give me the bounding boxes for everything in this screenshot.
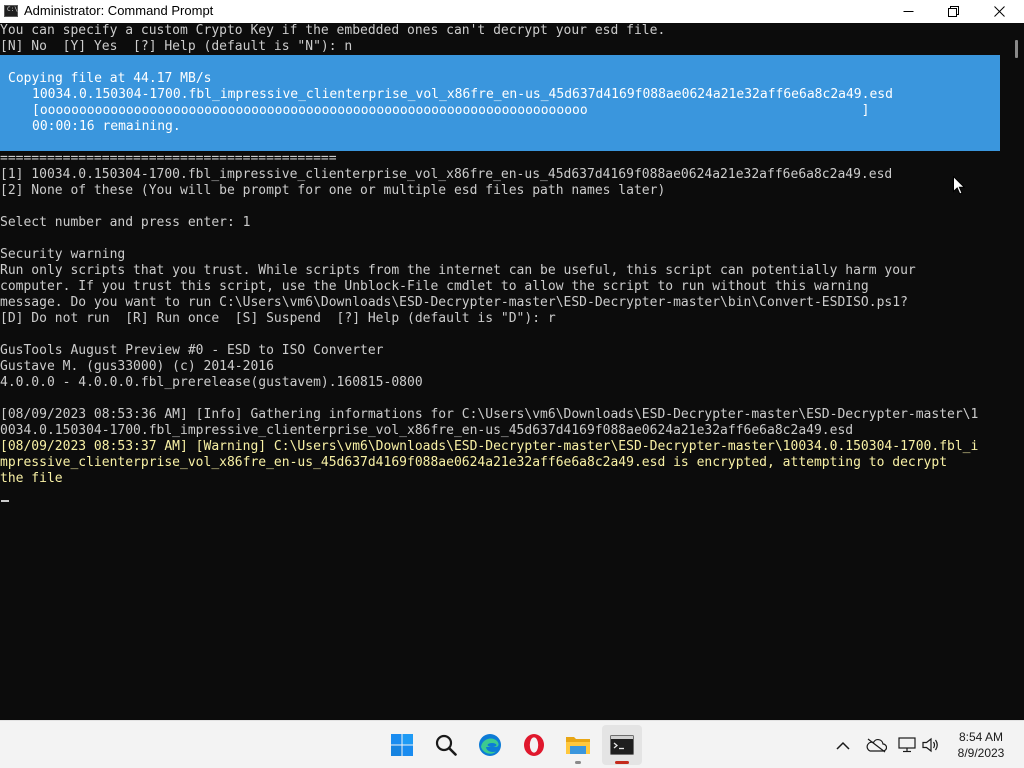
title-bar[interactable]: C:\ Administrator: Command Prompt (0, 0, 1024, 23)
running-indicator (575, 761, 581, 764)
console-line: [N] No [Y] Yes [?] Help (default is "N")… (0, 39, 353, 54)
minimize-icon (903, 11, 913, 12)
console-line: 4.0.0.0 - 4.0.0.0.fbl_prerelease(gustave… (0, 375, 423, 390)
clock-time: 8:54 AM (958, 730, 1004, 744)
command-prompt-taskbar-button[interactable] (602, 725, 642, 765)
volume-icon (922, 737, 938, 753)
console-line: Select number and press enter: 1 (0, 215, 251, 230)
console-line: message. Do you want to run C:\Users\vm6… (0, 295, 908, 310)
progress-remaining: 00:00:16 remaining. (32, 119, 181, 134)
console-icon-text: C:\ (7, 6, 18, 13)
console-line: [D] Do not run [R] Run once [S] Suspend … (0, 311, 556, 326)
console-line: Security warning (0, 247, 126, 262)
command-prompt-window: C:\ Administrator: Command Prompt You ca… (0, 0, 1024, 720)
console-icon: C:\ (4, 5, 18, 17)
console-output[interactable]: You can specify a custom Crypto Key if t… (0, 23, 1010, 720)
close-icon (993, 6, 1005, 17)
console-line: 0034.0.150304-1700.fbl_impressive_client… (0, 423, 854, 438)
console-line: Run only scripts that you trust. While s… (0, 263, 916, 278)
windows-logo-icon (391, 734, 413, 756)
console-line: [1] 10034.0.150304-1700.fbl_impressive_c… (0, 167, 893, 182)
console-line: ========================================… (0, 151, 337, 166)
console-icon (610, 735, 634, 755)
console-line: GusTools August Preview #0 - ESD to ISO … (0, 343, 384, 358)
volume-tray-button[interactable] (921, 733, 941, 757)
edge-button[interactable] (470, 725, 510, 765)
network-icon (898, 737, 916, 753)
onedrive-tray-button[interactable] (864, 733, 888, 757)
console-line: [08/09/2023 08:53:36 AM] [Info] Gatherin… (0, 407, 979, 422)
text-cursor (1, 500, 9, 502)
progress-banner: Copying file at 44.17 MB/s 10034.0.15030… (0, 55, 1000, 151)
warning-line: the file (0, 471, 63, 486)
search-icon (435, 734, 457, 756)
opera-button[interactable] (514, 725, 554, 765)
close-button[interactable] (976, 0, 1022, 23)
console-line: Gustave M. (gus33000) (c) 2014-2016 (0, 359, 274, 374)
start-button[interactable] (382, 725, 422, 765)
taskbar-clock[interactable]: 8:54 AM 8/9/2023 (948, 729, 1014, 761)
maximize-button[interactable] (930, 0, 976, 23)
scrollbar-thumb[interactable] (1015, 40, 1018, 58)
progress-filename: 10034.0.150304-1700.fbl_impressive_clien… (32, 87, 893, 102)
clock-date: 8/9/2023 (957, 746, 1005, 760)
chevron-up-icon (836, 741, 850, 750)
folder-icon (566, 737, 590, 754)
progress-bar: [ooooooooooooooooooooooooooooooooooooooo… (32, 103, 870, 118)
console-line: You can specify a custom Crypto Key if t… (0, 23, 666, 38)
window-title: Administrator: Command Prompt (24, 3, 214, 18)
network-tray-button[interactable] (897, 733, 917, 757)
warning-line: [08/09/2023 08:53:37 AM] [Warning] C:\Us… (0, 439, 979, 454)
vertical-scrollbar[interactable] (1010, 23, 1024, 720)
console-line: computer. If you trust this script, use … (0, 279, 869, 294)
minimize-button[interactable] (885, 0, 931, 23)
warning-line: mpressive_clienterprise_vol_x86fre_en-us… (0, 455, 948, 470)
search-button[interactable] (426, 725, 466, 765)
onedrive-icon (866, 738, 887, 753)
restore-icon (947, 6, 959, 17)
opera-icon (524, 734, 544, 756)
console-line: [2] None of these (You will be prompt fo… (0, 183, 666, 198)
mouse-pointer-icon (953, 175, 966, 199)
active-indicator (615, 761, 629, 764)
taskbar: 8:54 AM 8/9/2023 (0, 720, 1024, 768)
show-hidden-icons-button[interactable] (833, 733, 853, 757)
progress-heading: Copying file at 44.17 MB/s (8, 71, 212, 86)
edge-icon (479, 734, 501, 756)
file-explorer-button[interactable] (558, 725, 598, 765)
